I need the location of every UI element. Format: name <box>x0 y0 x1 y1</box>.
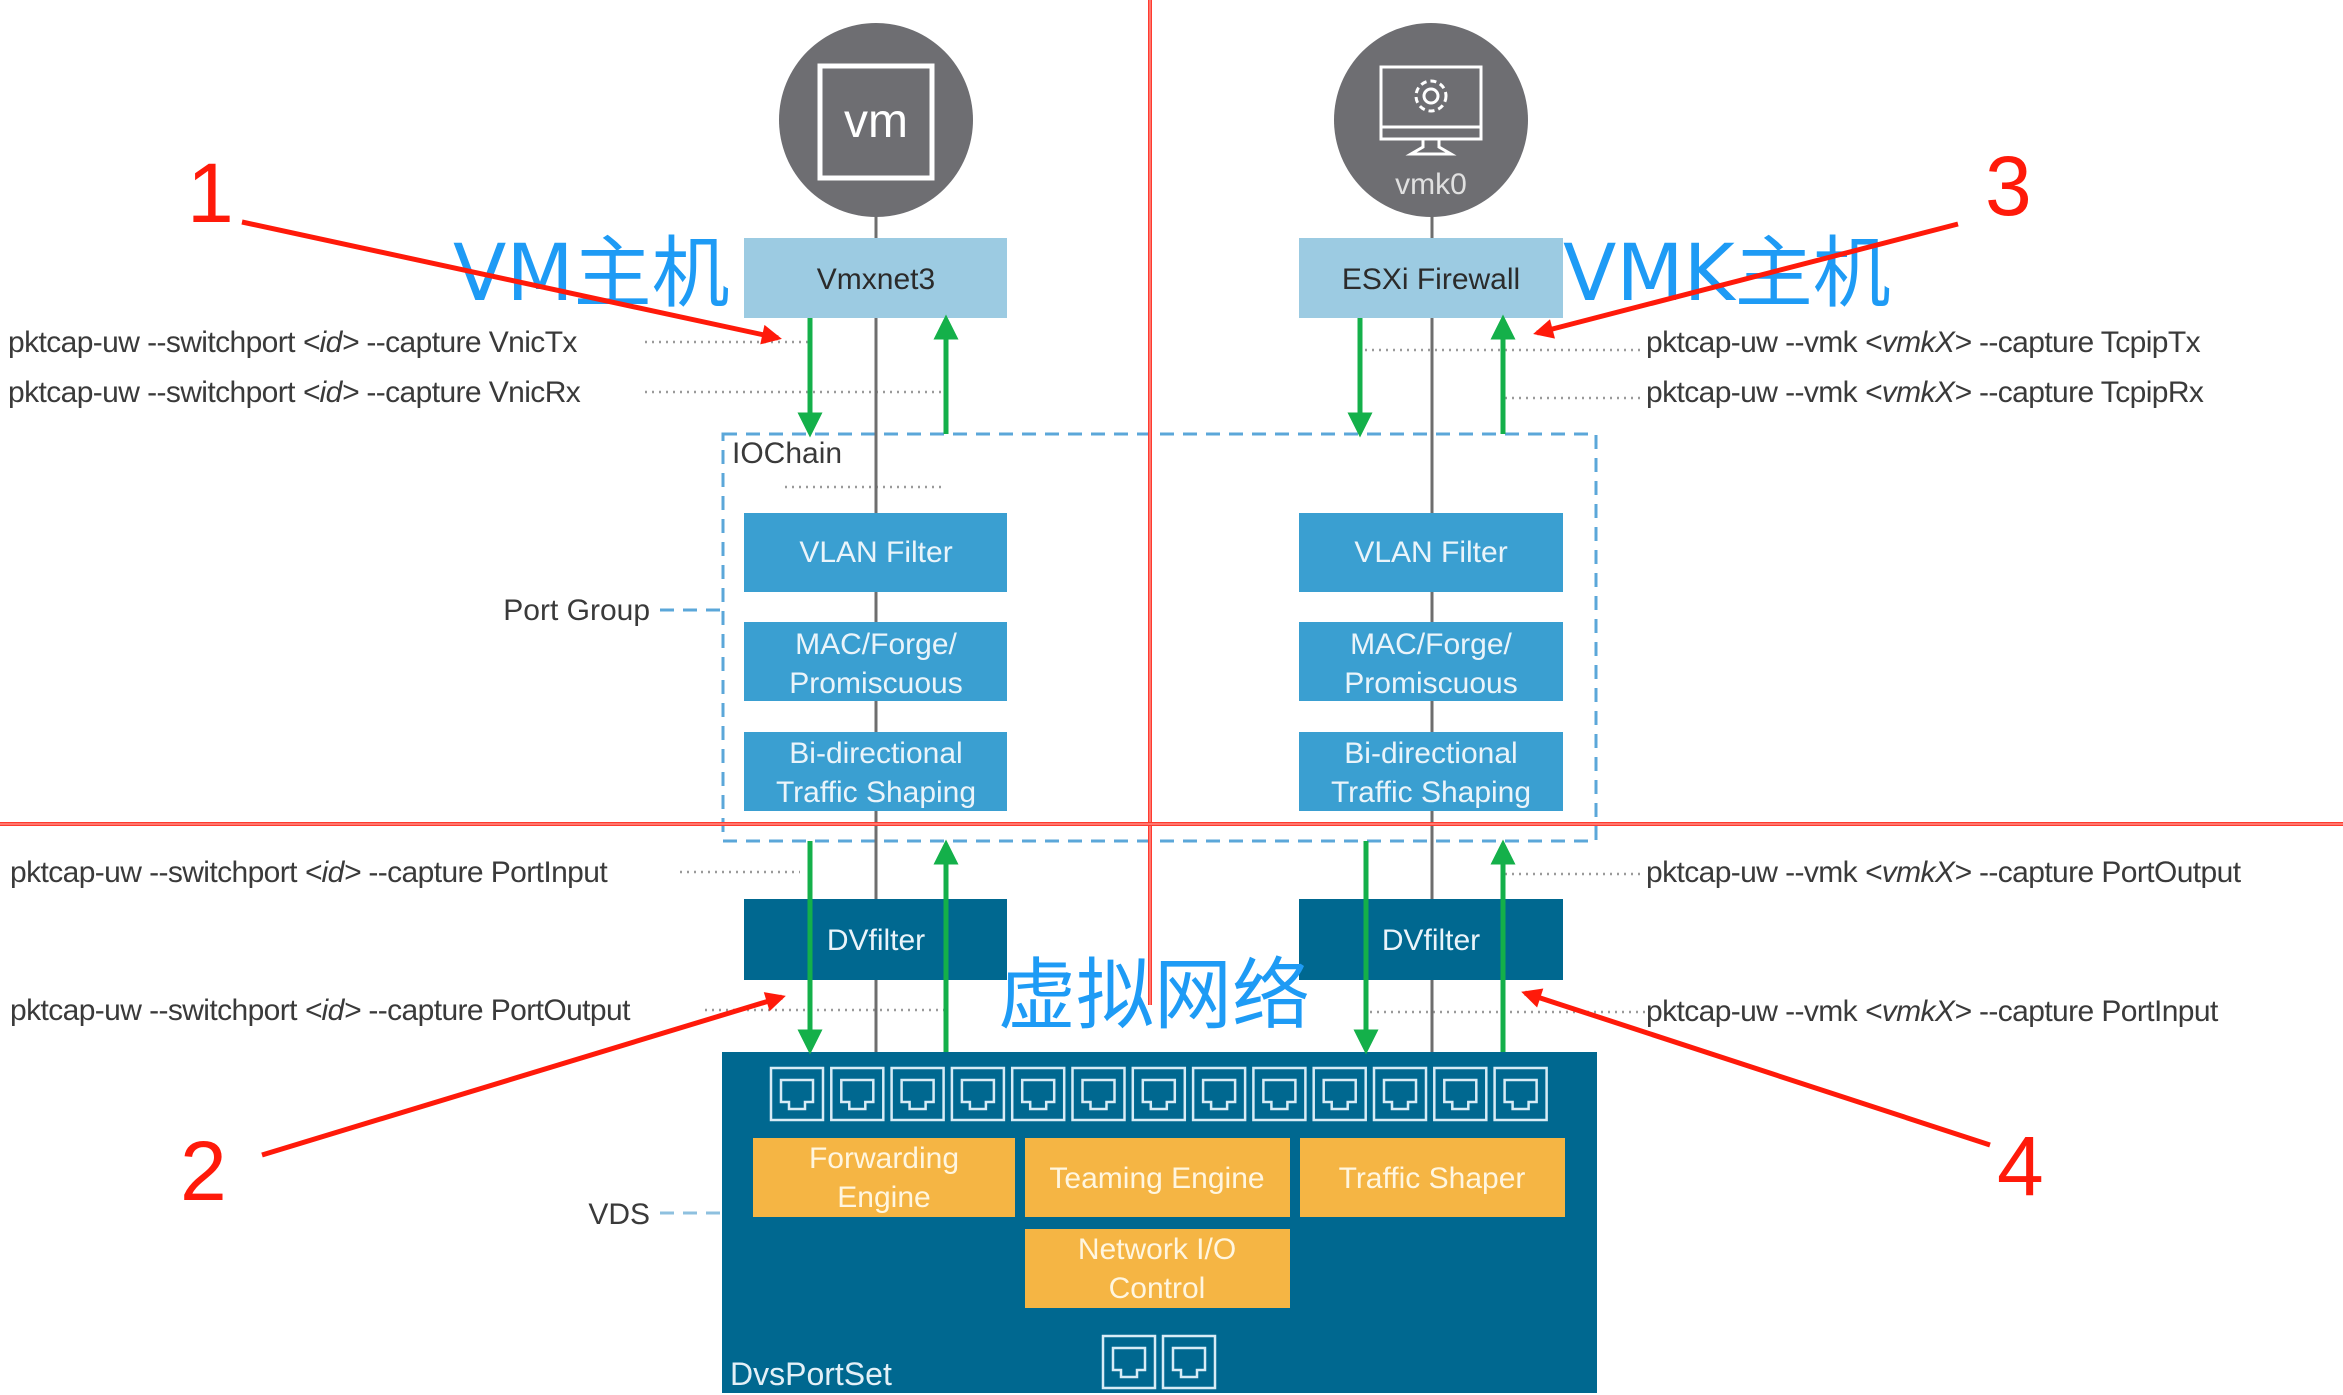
virtual-network-title: 虚拟网络 <box>998 951 1310 1041</box>
vm-icon-label: vm <box>844 95 908 148</box>
right-dvfilter-label: DVfilter <box>1382 924 1480 957</box>
left-iochain-stack: VLAN Filter MAC/Forge/ Promiscuous Bi-di… <box>744 513 1007 811</box>
traffic-shaper-label: Traffic Shaper <box>1339 1162 1526 1195</box>
forwarding-engine-label-2: Engine <box>837 1181 930 1214</box>
dvsportset: Forwarding Engine Teaming Engine Traffic… <box>722 1052 1597 1393</box>
pktcap-diagram: vm vmk0 Vmxnet3 ESXi Firewall VLAN Filte… <box>0 0 2343 1393</box>
vm-host-icon: vm <box>779 23 973 217</box>
annotation-4: 4 <box>1997 1119 2044 1213</box>
left-dvfilter-label: DVfilter <box>827 924 925 957</box>
port-group-label: Port Group <box>503 594 650 627</box>
vmk-host-title: VMK主机 <box>1563 229 1891 319</box>
cmd-vnicrx: pktcap-uw --switchport <id> --capture Vn… <box>8 376 581 409</box>
annotation-1: 1 <box>187 146 234 240</box>
cmd-vnictx: pktcap-uw --switchport <id> --capture Vn… <box>8 326 577 359</box>
nioc-label-1: Network I/O <box>1078 1233 1236 1266</box>
vlan-filter-label: VLAN Filter <box>1354 536 1507 569</box>
mac-forge-label-1: MAC/Forge/ <box>1350 628 1512 661</box>
vmk-icon-label: vmk0 <box>1395 168 1467 201</box>
traffic-shaping-label-1: Bi-directional <box>789 737 962 770</box>
forwarding-engine-label-1: Forwarding <box>809 1142 959 1175</box>
cmd-tcpiprx: pktcap-uw --vmk <vmkX> --capture TcpipRx <box>1646 376 2204 409</box>
traffic-shaping-label-1: Bi-directional <box>1344 737 1517 770</box>
vlan-filter-label: VLAN Filter <box>799 536 952 569</box>
cmd-portoutput-right: pktcap-uw --vmk <vmkX> --capture PortOut… <box>1646 856 2242 889</box>
vm-host-title: VM主机 <box>453 229 730 319</box>
right-iochain-stack: VLAN Filter MAC/Forge/ Promiscuous Bi-di… <box>1299 513 1563 811</box>
nioc-label-2: Control <box>1109 1272 1206 1305</box>
vmxnet3-label: Vmxnet3 <box>817 263 935 296</box>
cmd-portinput-left: pktcap-uw --switchport <id> --capture Po… <box>10 856 608 889</box>
mac-forge-label-2: Promiscuous <box>1344 667 1517 700</box>
vmk-host-icon: vmk0 <box>1334 23 1528 217</box>
traffic-shaping-label-2: Traffic Shaping <box>1331 776 1531 809</box>
teaming-engine-label: Teaming Engine <box>1049 1162 1264 1195</box>
cmd-portoutput-left: pktcap-uw --switchport <id> --capture Po… <box>10 994 631 1027</box>
cmd-tcpiptx: pktcap-uw --vmk <vmkX> --capture TcpipTx <box>1646 326 2201 359</box>
dvsportset-label: DvsPortSet <box>730 1356 892 1392</box>
traffic-shaping-label-2: Traffic Shaping <box>776 776 976 809</box>
iochain-label: IOChain <box>732 437 842 470</box>
mac-forge-label-2: Promiscuous <box>789 667 962 700</box>
mac-forge-label-1: MAC/Forge/ <box>795 628 957 661</box>
cmd-portinput-right: pktcap-uw --vmk <vmkX> --capture PortInp… <box>1646 995 2219 1028</box>
vds-label: VDS <box>588 1198 650 1231</box>
annotation-2: 2 <box>180 1124 227 1218</box>
annotation-3: 3 <box>1985 139 2032 233</box>
dvsportset-box <box>722 1052 1597 1393</box>
esxi-firewall-label: ESXi Firewall <box>1342 263 1520 296</box>
